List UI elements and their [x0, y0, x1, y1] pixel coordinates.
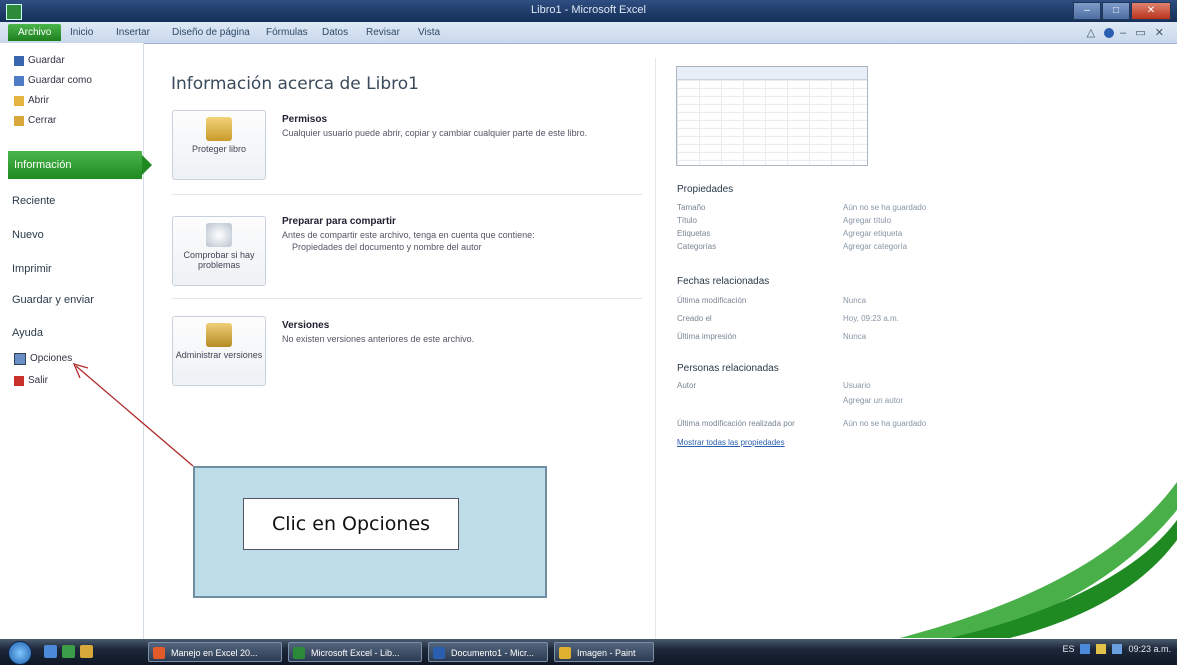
- browser-icon[interactable]: [62, 645, 75, 658]
- callout-text: Clic en Opciones: [243, 498, 459, 550]
- instruction-callout: Clic en Opciones: [193, 466, 547, 598]
- annotation-arrow: [72, 362, 194, 467]
- taskbar-item-word-manual[interactable]: Manejo en Excel 20...: [148, 642, 282, 662]
- taskbar-app-icon: [153, 647, 165, 659]
- excel-taskbar-icon: [293, 647, 305, 659]
- security-icon[interactable]: [1096, 644, 1107, 654]
- taskbar-item-label: Imagen - Paint: [577, 648, 636, 658]
- language-indicator[interactable]: ES: [1062, 644, 1074, 654]
- taskbar-item-label: Microsoft Excel - Lib...: [311, 648, 400, 658]
- explorer-icon[interactable]: [80, 645, 93, 658]
- taskbar: Manejo en Excel 20... Microsoft Excel - …: [0, 639, 1177, 665]
- start-button[interactable]: [8, 641, 32, 665]
- show-desktop-icon[interactable]: [44, 645, 57, 658]
- taskbar-item-excel[interactable]: Microsoft Excel - Lib...: [288, 642, 422, 662]
- paint-taskbar-icon: [559, 647, 571, 659]
- taskbar-item-label: Manejo en Excel 20...: [171, 648, 258, 658]
- taskbar-item-word[interactable]: Documento1 - Micr...: [428, 642, 548, 662]
- taskbar-item-label: Documento1 - Micr...: [451, 648, 535, 658]
- clock[interactable]: 09:23 a.m.: [1128, 644, 1171, 654]
- network-icon[interactable]: [1080, 644, 1091, 654]
- taskbar-item-paint[interactable]: Imagen - Paint: [554, 642, 654, 662]
- system-tray: ES 09:23 a.m.: [1062, 644, 1171, 654]
- volume-icon[interactable]: [1112, 644, 1123, 654]
- word-taskbar-icon: [433, 647, 445, 659]
